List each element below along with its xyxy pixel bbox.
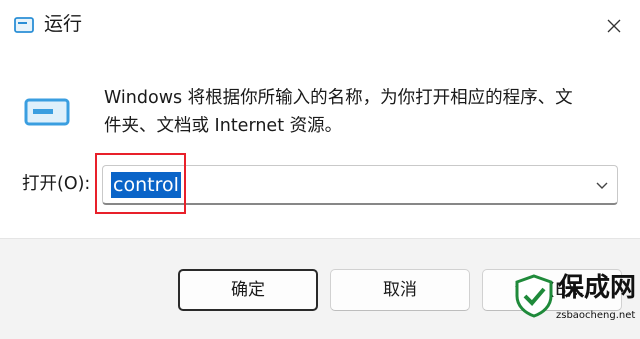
description-text: Windows 将根据你所输入的名称，为你打开相应的程序、文 件夹、文档或 In…: [104, 84, 624, 140]
button-bar: 确定 取消 浏览(B)...: [0, 238, 640, 339]
run-app-icon: [14, 17, 34, 33]
chevron-down-icon[interactable]: [595, 178, 609, 192]
dialog-content: Windows 将根据你所输入的名称，为你打开相应的程序、文 件夹、文档或 In…: [0, 52, 640, 238]
run-icon: [24, 98, 70, 126]
close-button[interactable]: [598, 10, 630, 42]
title-bar: 运行: [0, 0, 640, 52]
window-title: 运行: [44, 13, 83, 35]
close-icon: [607, 19, 621, 33]
ok-button[interactable]: 确定: [178, 269, 318, 311]
description-line-2: 件夹、文档或 Internet 资源。: [104, 116, 343, 136]
open-label: 打开(O):: [22, 174, 91, 194]
open-input-value[interactable]: control: [111, 172, 181, 198]
open-combobox[interactable]: control: [102, 165, 618, 205]
browse-button[interactable]: 浏览(B)...: [482, 269, 622, 311]
description-line-1: Windows 将根据你所输入的名称，为你打开相应的程序、文: [104, 88, 573, 108]
cancel-button[interactable]: 取消: [330, 269, 470, 311]
